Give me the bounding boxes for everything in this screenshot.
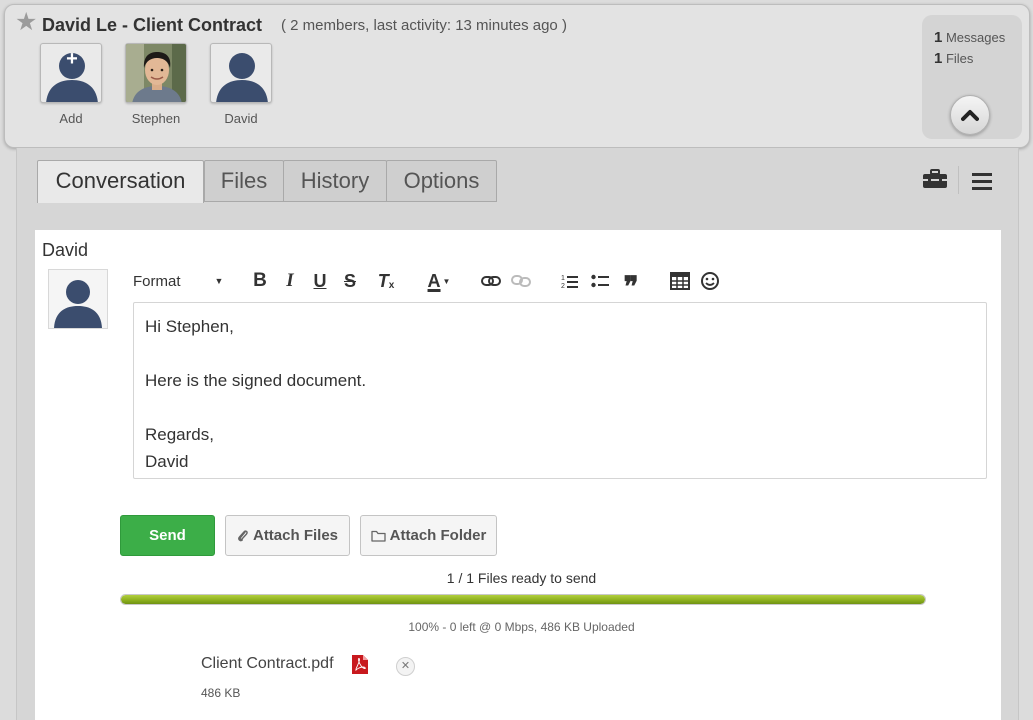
pdf-file-icon	[352, 655, 368, 674]
compose-author: David	[42, 240, 89, 260]
chevron-down-icon: ▼	[214, 276, 224, 286]
favorite-star-icon[interactable]: ★	[15, 10, 37, 35]
strikethrough-icon[interactable]: S	[339, 268, 361, 294]
folder-icon	[371, 530, 386, 542]
author-avatar-icon	[48, 269, 108, 329]
tab-conversation[interactable]: Conversation	[37, 160, 204, 203]
stephen-photo	[125, 43, 187, 103]
upload-progress-fill	[121, 595, 925, 604]
chevron-up-icon	[961, 110, 979, 121]
bold-icon[interactable]: B	[249, 268, 271, 294]
member-label: Add	[59, 111, 83, 126]
message-editor[interactable]: Hi Stephen, Here is the signed document.…	[133, 302, 987, 479]
numbered-list-icon[interactable]: 12	[559, 268, 581, 294]
attach-files-label: Attach Files	[252, 527, 339, 544]
add-member-icon: +	[40, 43, 102, 103]
message-line: Here is the signed document.	[145, 371, 367, 390]
member-david[interactable]: David	[206, 43, 276, 126]
upload-status: 1 / 1 Files ready to send	[446, 570, 597, 586]
attached-file-size: 486 KB	[201, 686, 241, 700]
attach-folder-button[interactable]: Attach Folder	[360, 515, 497, 556]
member-stephen[interactable]: Stephen	[121, 43, 191, 126]
attach-folder-label: Attach Folder	[389, 527, 487, 544]
hamburger-menu-icon[interactable]	[971, 171, 993, 191]
collapse-header-button[interactable]	[950, 95, 990, 135]
toolbar-divider	[958, 166, 959, 194]
unlink-icon[interactable]	[509, 268, 533, 294]
files-label: Files	[945, 51, 974, 66]
upload-progress-bar	[120, 594, 926, 605]
send-button[interactable]: Send	[120, 515, 215, 556]
bulleted-list-icon[interactable]	[589, 268, 611, 294]
send-label: Send	[149, 527, 186, 544]
tab-files[interactable]: Files	[204, 160, 284, 202]
message-line: Regards,	[145, 425, 214, 444]
message-line: Hi Stephen,	[145, 317, 234, 336]
conversation-subtitle: ( 2 members, last activity: 13 minutes a…	[281, 17, 567, 34]
attach-files-button[interactable]: Attach Files	[225, 515, 350, 556]
add-member-button[interactable]: + Add	[36, 43, 106, 126]
conversation-stats: 1 Messages 1 Files	[922, 15, 1022, 139]
underline-icon[interactable]: U	[309, 268, 331, 294]
format-label: Format	[133, 272, 181, 290]
text-color-icon[interactable]: A ▼	[423, 268, 455, 294]
table-icon[interactable]	[669, 268, 691, 294]
remove-file-button[interactable]: ✕	[396, 657, 415, 676]
svg-text:1: 1	[561, 275, 565, 282]
blockquote-icon[interactable]: ❞	[619, 268, 643, 303]
link-icon[interactable]	[479, 268, 503, 294]
member-label: Stephen	[131, 111, 181, 126]
upload-info: 100% - 0 left @ 0 Mbps, 486 KB Uploaded	[408, 620, 635, 634]
files-count: 1	[934, 50, 943, 67]
clear-format-icon[interactable]: Tx	[373, 268, 399, 294]
compose-area: David Format ▼ B I U S Tx A ▼ 1 2 ❞ Hi S…	[35, 230, 1001, 720]
attached-file-name[interactable]: Client Contract.pdf	[201, 655, 334, 673]
toolbox-icon[interactable]	[922, 168, 948, 190]
conversation-panel: Conversation Files History Options David…	[16, 148, 1019, 720]
emoji-icon[interactable]	[699, 268, 721, 294]
files-stat[interactable]: 1 Files	[934, 50, 973, 67]
conversation-title: David Le - Client Contract	[42, 15, 263, 35]
message-line: David	[145, 452, 189, 471]
format-dropdown[interactable]: Format ▼	[133, 268, 228, 294]
conversation-header: ★ David Le - Client Contract ( 2 members…	[4, 4, 1030, 148]
message-line	[145, 394, 975, 421]
svg-text:2: 2	[561, 283, 565, 289]
message-line	[145, 340, 975, 367]
editor-toolbar: Format ▼ B I U S Tx A ▼ 12 ❞	[133, 268, 753, 303]
messages-label: Messages	[945, 30, 1006, 45]
member-label: David	[224, 111, 258, 126]
messages-count: 1	[934, 29, 943, 46]
italic-icon[interactable]: I	[279, 268, 301, 294]
tab-options[interactable]: Options	[386, 160, 497, 202]
paperclip-icon	[238, 529, 248, 541]
tab-history[interactable]: History	[283, 160, 387, 202]
messages-stat[interactable]: 1 Messages	[934, 29, 1005, 46]
default-avatar-icon	[210, 43, 272, 103]
